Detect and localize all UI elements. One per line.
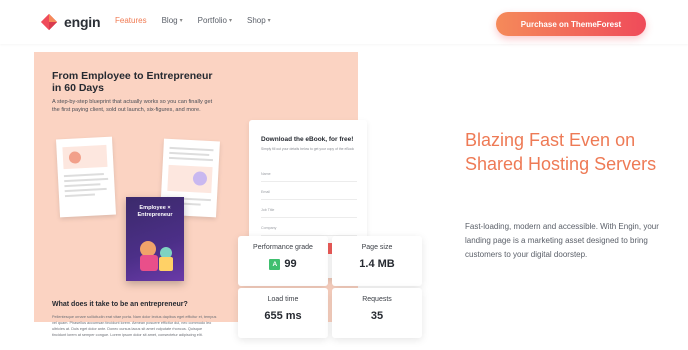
metric-load-time: Load time 655 ms [238,288,328,338]
brand-logo[interactable]: engin [40,13,101,31]
site-header: engin Features Blog ▾ Portfolio ▾ Shop ▾… [0,0,688,44]
metric-label: Page size [361,244,393,251]
form-subtitle: Simply fill out your details below to ge… [261,147,355,151]
chevron-down-icon: ▾ [179,18,183,24]
metric-label: Requests [362,296,392,303]
metric-value: 99 [284,258,297,270]
metric-page-size: Page size 1.4 MB [332,236,422,286]
book-page-left [55,136,117,218]
metric-value: 655 ms [264,310,302,322]
grade-badge: A [269,258,281,270]
hero-copy: Fast-loading, modern and accessible. Wit… [465,222,659,259]
metric-value-wrap: A 99 [238,258,328,270]
name-field[interactable]: Name [261,168,357,182]
metric-value: 35 [370,310,384,322]
nav-item-blog[interactable]: Blog ▾ [162,16,183,25]
chevron-down-icon: ▾ [228,18,232,24]
preview-title: From Employee to Entrepreneur in 60 Days [52,70,213,94]
metric-requests: Requests 35 [332,288,422,338]
metric-label: Load time [267,296,299,303]
nav-item-features[interactable]: Features [115,16,147,25]
ebook-cover: Employee × Entrepreneur [126,197,184,281]
nav-item-portfolio[interactable]: Portfolio ▾ [198,16,232,25]
company-field[interactable]: Company [261,222,357,236]
metric-value: 1.4 MB [359,258,395,270]
nav-item-label: Blog [161,16,178,25]
engin-logo-icon [40,13,58,31]
brand-name: engin [64,14,101,30]
form-title: Download the eBook, for free! [261,136,354,143]
page-illustration-icon [62,144,109,198]
nav-item-label: Features [115,16,147,25]
metric-label: Performance grade [253,244,313,251]
preview-description: A step-by-step blueprint that actually w… [52,99,213,113]
chevron-down-icon: ▾ [267,18,271,24]
cover-illustration-icon [140,241,173,271]
nav-item-label: Shop [246,16,266,25]
metric-performance-grade: Performance grade A 99 [238,236,328,286]
purchase-button[interactable]: Purchase on ThemeForest [496,12,646,36]
preview-body: Pellentesque ornare sollicitudin erat vi… [52,315,217,337]
email-field[interactable]: Email [261,186,357,200]
hero-headline: Blazing Fast Even on Shared Hosting Serv… [465,130,657,174]
nav-item-shop[interactable]: Shop ▾ [247,16,271,25]
nav-item-label: Portfolio [197,16,227,25]
preview-question: What does it take to be an entrepreneur? [52,301,188,308]
job-title-field[interactable]: Job Title [261,204,357,218]
main-nav: Features Blog ▾ Portfolio ▾ Shop ▾ [115,16,271,25]
